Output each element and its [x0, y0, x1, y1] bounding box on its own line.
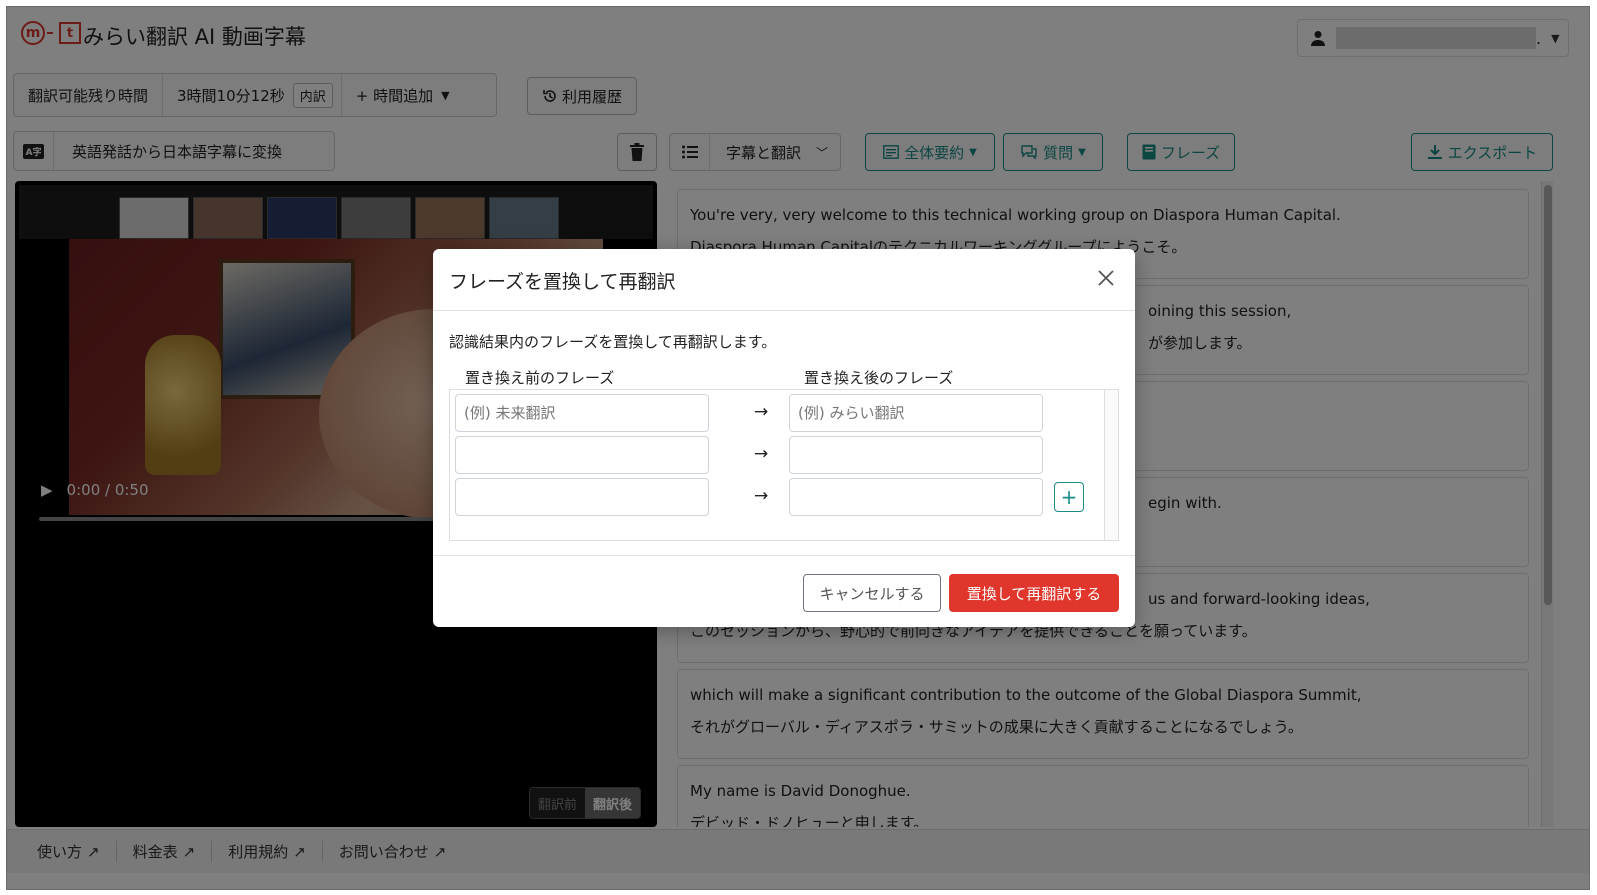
arrow-right-icon: → [754, 444, 769, 464]
column-header-before: 置き換え前のフレーズ [465, 369, 615, 387]
add-row-button[interactable]: + [1054, 482, 1084, 512]
cancel-button[interactable]: キャンセルする [803, 574, 941, 612]
replace-retranslate-button[interactable]: 置換して再翻訳する [949, 574, 1119, 612]
phrase-after-input[interactable] [789, 478, 1043, 516]
phrase-before-input[interactable] [455, 436, 709, 474]
arrow-right-icon: → [754, 486, 769, 506]
phrase-after-input[interactable] [789, 436, 1043, 474]
phrase-before-input[interactable] [455, 394, 709, 432]
app-window: m t みらい翻訳 AI 動画字幕 . ▼ 翻訳可能残り時間 3時間10分12秒… [6, 6, 1590, 890]
dialog-description: 認識結果内のフレーズを置換して再翻訳します。 [449, 333, 777, 351]
phrase-rows: → → → + [449, 389, 1119, 541]
dialog-footer: キャンセルする 置換して再翻訳する [433, 555, 1135, 627]
arrow-right-icon: → [754, 402, 769, 422]
close-icon [1098, 270, 1114, 286]
column-header-after: 置き換え後のフレーズ [804, 369, 954, 387]
phrase-replace-dialog: フレーズを置換して再翻訳 認識結果内のフレーズを置換して再翻訳します。 置き換え… [433, 249, 1135, 627]
dialog-header: フレーズを置換して再翻訳 [433, 249, 1135, 311]
phrase-before-input[interactable] [455, 478, 709, 516]
phrase-rows-scrollbar[interactable] [1104, 390, 1118, 540]
phrase-after-input[interactable] [789, 394, 1043, 432]
dialog-title: フレーズを置換して再翻訳 [449, 271, 676, 293]
close-button[interactable] [1091, 263, 1121, 293]
